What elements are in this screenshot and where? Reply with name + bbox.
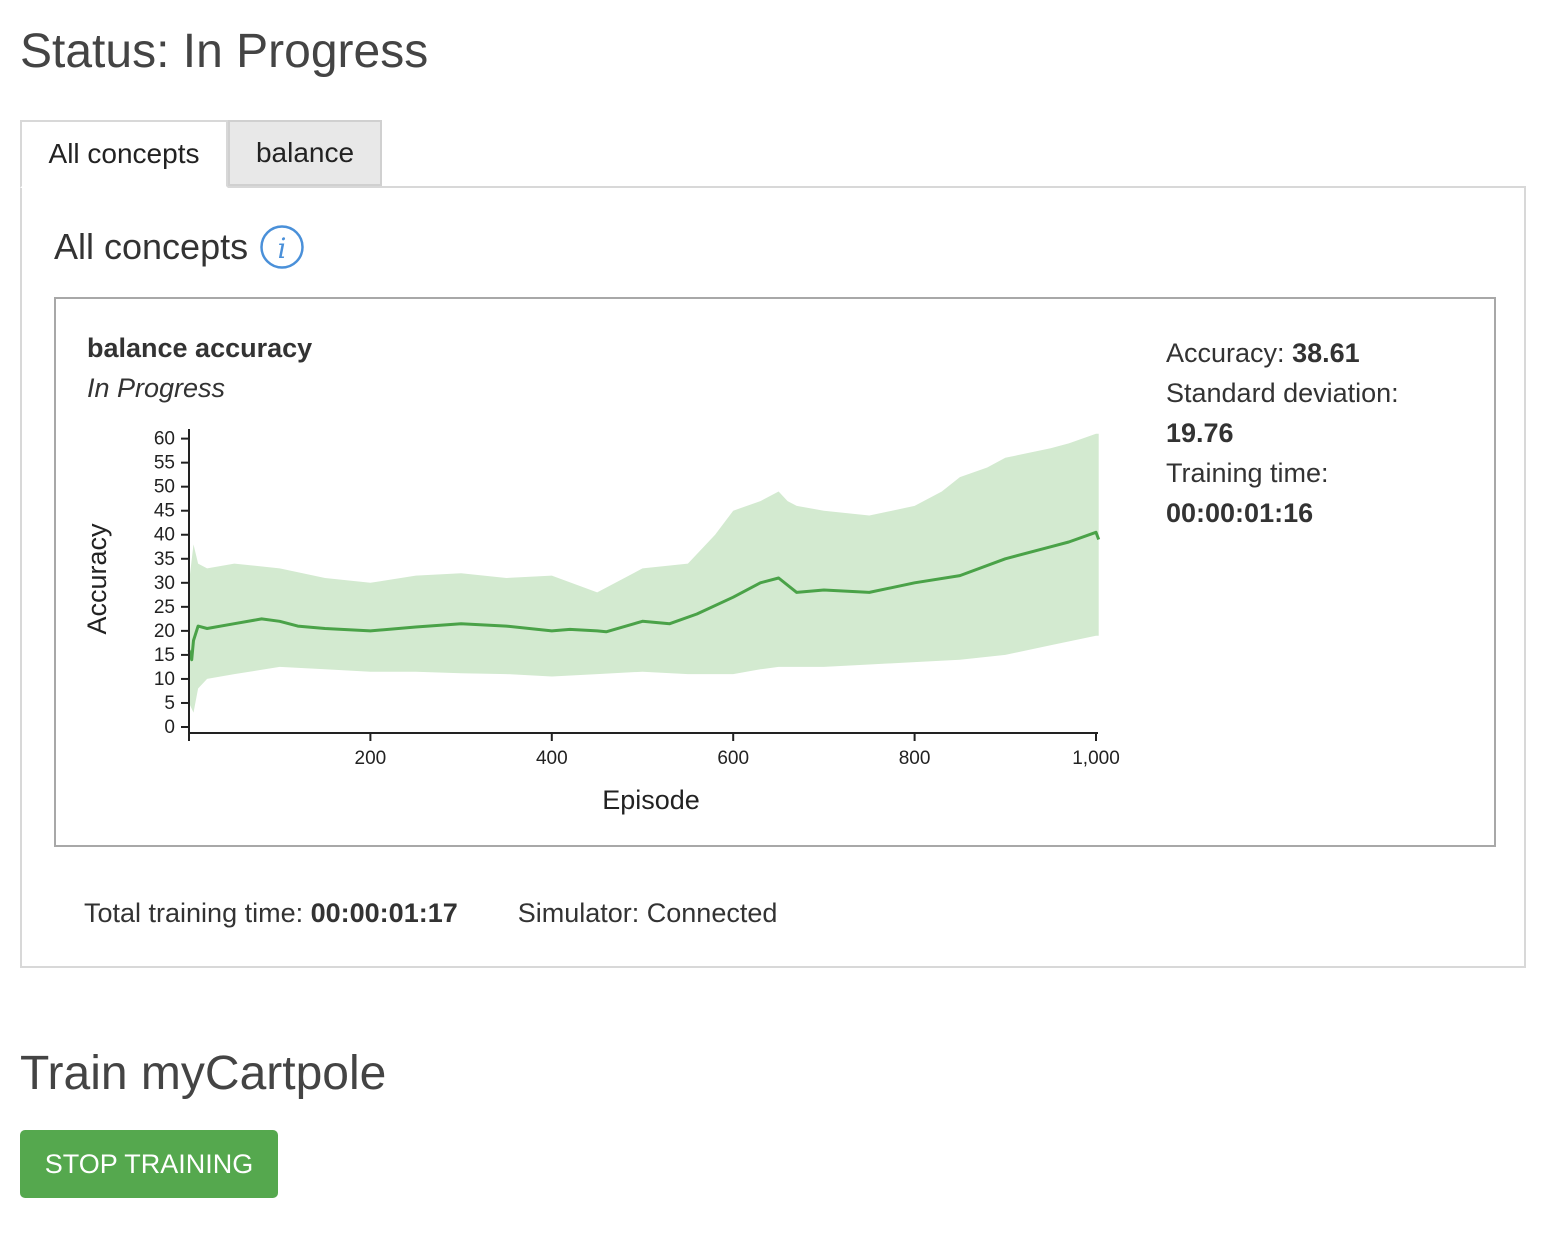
accuracy-stat: Accuracy: 38.61 [1166, 333, 1486, 373]
y-tick-label: 15 [154, 645, 175, 666]
x-tick-label: 200 [355, 748, 387, 769]
x-axis-label: Episode [602, 785, 700, 815]
y-tick-label: 10 [154, 669, 175, 690]
total-training-time: Total training time: 00:00:01:17 [84, 898, 458, 929]
tab-balance[interactable]: balance [228, 120, 382, 186]
x-tick-label: 800 [899, 748, 931, 769]
concepts-panel: All concepts i balance accuracy In Progr… [20, 186, 1526, 968]
y-tick-label: 5 [164, 693, 175, 714]
y-tick-label: 25 [154, 597, 175, 618]
total-training-time-label: Total training time: [84, 898, 304, 928]
x-tick-label: 400 [536, 748, 568, 769]
page-title: Status: In Progress [20, 25, 429, 78]
training-time-label: Training time: [1166, 458, 1329, 488]
y-tick-label: 40 [154, 525, 175, 546]
y-tick-label: 30 [154, 573, 175, 594]
panel-heading: All concepts i [54, 224, 304, 270]
train-title: Train myCartpole [20, 1047, 387, 1100]
y-tick-label: 20 [154, 621, 175, 642]
accuracy-label: Accuracy: [1166, 338, 1285, 368]
y-tick-label: 45 [154, 501, 175, 522]
accuracy-chart: 0 5 10 15 20 25 30 35 40 45 50 55 60 200 400 600 800 1,00… [82, 429, 1120, 815]
y-tick-label: 0 [164, 717, 175, 738]
simulator-status: Simulator: Connected [517, 898, 778, 928]
x-tick-label: 600 [717, 748, 749, 769]
concept-tabs: All concepts balance [20, 120, 382, 188]
training-time-value: 00:00:01:16 [1166, 498, 1314, 528]
std-label: Standard deviation: [1166, 378, 1399, 408]
stop-training-button[interactable]: STOP TRAINING [20, 1130, 278, 1198]
y-tick-label: 55 [154, 453, 175, 474]
stats-panel: Accuracy: 38.61 Standard deviation: 19.7… [1166, 333, 1486, 533]
chart-card: balance accuracy In Progress 0 5 10 15 20 25 3… [54, 297, 1496, 847]
y-tick-label: 60 [154, 429, 175, 450]
tab-all-concepts[interactable]: All concepts [20, 120, 228, 188]
y-tick-label: 35 [154, 549, 175, 570]
y-tick-label: 50 [154, 477, 175, 498]
x-tick-label: 1,000 [1072, 748, 1120, 769]
panel-heading-text: All concepts [54, 226, 249, 267]
accuracy-value: 38.61 [1292, 338, 1360, 368]
std-value: 19.76 [1166, 418, 1234, 448]
panel-footer: Total training time: 00:00:01:17 Simulat… [84, 898, 777, 929]
total-training-time-value: 00:00:01:17 [310, 898, 458, 928]
y-axis-label: Accuracy [82, 523, 112, 635]
svg-text:i: i [278, 232, 287, 265]
info-icon[interactable]: i [260, 225, 304, 269]
